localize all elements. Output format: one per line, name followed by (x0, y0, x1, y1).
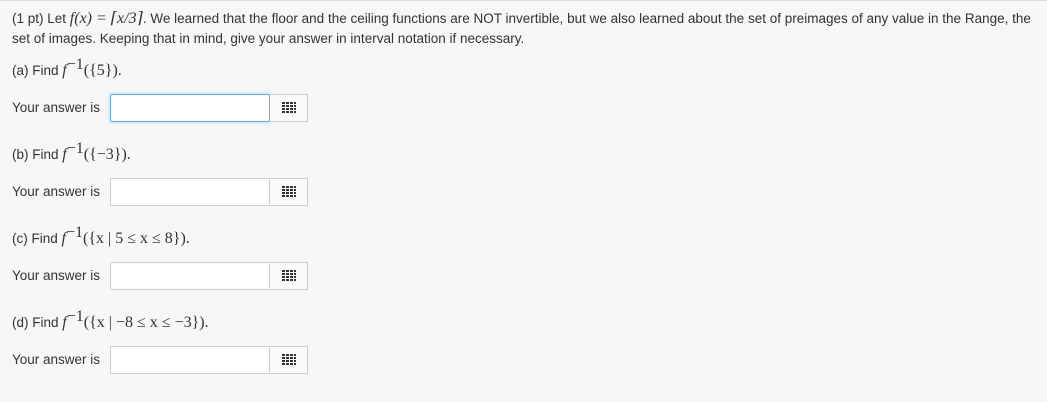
points-label: (1 pt) Let (12, 11, 67, 26)
equation-palette-grid-icon (281, 354, 296, 365)
part-c-palette-button[interactable] (270, 262, 308, 290)
part-d-answer-label: Your answer is (12, 352, 101, 367)
part-a-label: (a) Find (12, 63, 59, 78)
part-b-answer-row: Your answer is (12, 177, 1035, 207)
part-c-answer-input[interactable] (110, 262, 270, 290)
part-a-prompt: (a) Find f−1({5}). (12, 57, 1035, 81)
part-b-label: (b) Find (12, 147, 59, 162)
part-d-set: ({x | −8 ≤ x ≤ −3}). (83, 314, 209, 331)
part-d-prompt: (d) Find f−1({x | −8 ≤ x ≤ −3}). (12, 309, 1035, 333)
part-c-answer-label: Your answer is (12, 268, 101, 283)
part-c-prompt: (c) Find f−1({x | 5 ≤ x ≤ 8}). (12, 225, 1035, 249)
part-c-label: (c) Find (12, 231, 58, 246)
part-c: (c) Find f−1({x | 5 ≤ x ≤ 8}). Your answ… (12, 225, 1035, 291)
part-b-answer-input[interactable] (110, 178, 270, 206)
part-d: (d) Find f−1({x | −8 ≤ x ≤ −3}). Your an… (12, 309, 1035, 375)
part-a-palette-button[interactable] (270, 94, 308, 122)
part-d-answer-row: Your answer is (12, 345, 1035, 375)
inverse-exponent: −1 (65, 224, 84, 241)
part-d-answer-input[interactable] (110, 346, 270, 374)
part-d-palette-button[interactable] (270, 346, 308, 374)
part-a-set: ({5}). (83, 62, 122, 79)
inverse-exponent: −1 (66, 140, 84, 157)
part-a-answer-label: Your answer is (12, 100, 101, 115)
part-b-palette-button[interactable] (270, 178, 308, 206)
part-a-answer-input[interactable] (110, 94, 270, 122)
inverse-exponent: −1 (66, 56, 84, 73)
problem-statement: (1 pt) Let f(x) = ⌈x/3⌉. We learned that… (12, 9, 1032, 49)
part-b-set: ({−3}). (83, 146, 131, 163)
function-definition: f(x) = ⌈x/3⌉ (69, 10, 143, 27)
part-a-answer-row: Your answer is (12, 93, 1035, 123)
part-b: (b) Find f−1({−3}). Your answer is (12, 141, 1035, 207)
part-c-set: ({x | 5 ≤ x ≤ 8}). (83, 230, 190, 247)
problem-intro-text: . We learned that the floor and the ceil… (12, 11, 1031, 46)
equation-palette-grid-icon (281, 186, 296, 197)
equation-palette-grid-icon (281, 270, 296, 281)
inverse-exponent: −1 (66, 308, 84, 325)
part-b-answer-label: Your answer is (12, 184, 101, 199)
problem-container: (1 pt) Let f(x) = ⌈x/3⌉. We learned that… (0, 0, 1047, 402)
part-c-answer-row: Your answer is (12, 261, 1035, 291)
part-b-prompt: (b) Find f−1({−3}). (12, 141, 1035, 165)
part-a: (a) Find f−1({5}). Your answer is (12, 57, 1035, 123)
equation-palette-grid-icon (281, 102, 296, 113)
part-d-label: (d) Find (12, 315, 59, 330)
